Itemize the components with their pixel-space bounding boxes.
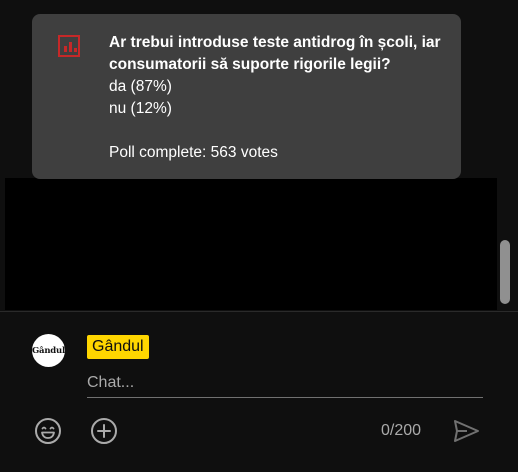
author-name-badge: Gândul: [87, 335, 149, 359]
emoji-icon: [35, 418, 61, 444]
chat-messages-area[interactable]: Ar trebui introduse teste antidrog în șc…: [0, 0, 518, 311]
live-chat-panel: Ar trebui introduse teste antidrog în șc…: [0, 0, 518, 472]
emoji-button[interactable]: [32, 415, 64, 447]
chat-scrollbar-thumb[interactable]: [500, 240, 510, 304]
poll-card: Ar trebui introduse teste antidrog în șc…: [32, 14, 461, 179]
poll-chart-icon: [58, 35, 80, 57]
send-icon: [454, 420, 479, 442]
chat-composer: Gândul Gândul 0/200: [0, 312, 518, 472]
add-button[interactable]: [88, 415, 120, 447]
poll-question: Ar trebui introduse teste antidrog în șc…: [109, 34, 441, 73]
send-button[interactable]: [450, 415, 482, 447]
poll-content: Ar trebui introduse teste antidrog în șc…: [109, 32, 449, 164]
poll-option-da: da (87%): [109, 78, 172, 95]
poll-option-nu: nu (12%): [109, 100, 172, 117]
add-icon: [91, 418, 117, 444]
chat-input[interactable]: [87, 369, 483, 398]
chat-background-region: [5, 178, 497, 310]
poll-status: Poll complete: 563 votes: [109, 144, 278, 161]
character-counter: 0/200: [381, 422, 422, 439]
avatar[interactable]: Gândul: [32, 334, 65, 367]
